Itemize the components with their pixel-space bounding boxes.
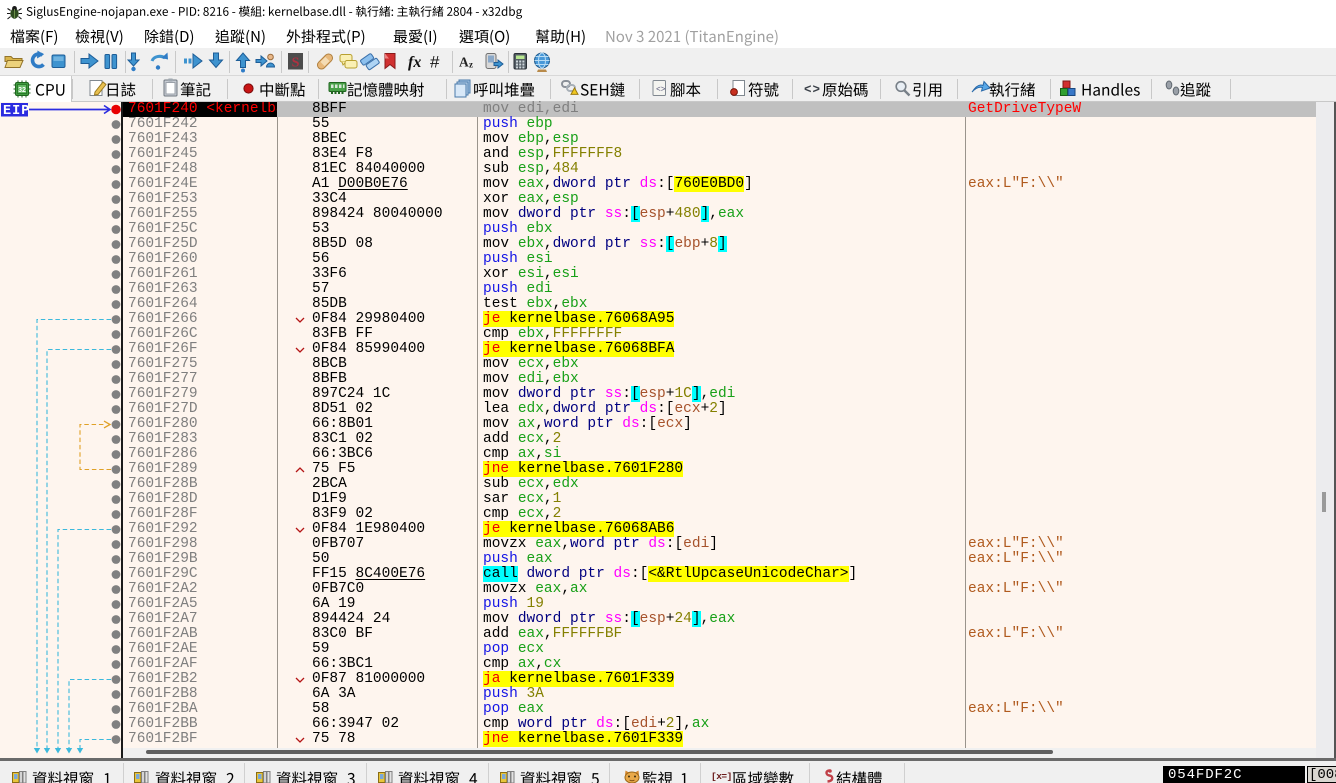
svg-text:EIP: EIP [3, 104, 30, 119]
svg-text:S: S [292, 56, 300, 71]
svg-text:fx: fx [408, 54, 421, 71]
svg-text:<>: <> [656, 86, 666, 95]
svg-text:<>: <> [804, 83, 821, 97]
svg-text:A: A [459, 55, 469, 70]
svg-text:32: 32 [18, 87, 26, 94]
svg-text:z: z [469, 60, 473, 70]
svg-text:#: # [430, 53, 440, 72]
